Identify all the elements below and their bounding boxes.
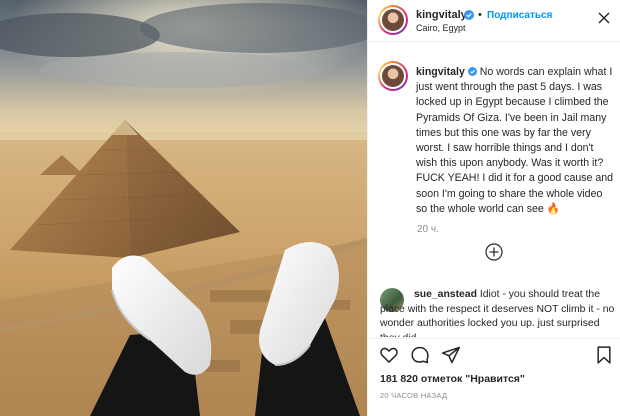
paper-plane-icon[interactable]: [441, 345, 461, 365]
separator-dot: •: [478, 9, 482, 21]
caption-text: kingvitaly No words can explain what I j…: [416, 65, 616, 217]
avatar[interactable]: [378, 5, 408, 35]
pyramid-photo-illustration: [0, 0, 367, 416]
caption-avatar[interactable]: [378, 61, 408, 91]
caption-timestamp[interactable]: 20 ч.: [417, 224, 439, 235]
load-more-plus-icon[interactable]: [485, 243, 503, 261]
more-options-icon[interactable]: [597, 11, 611, 25]
verified-badge-icon: [464, 10, 474, 20]
comment-username[interactable]: sue_anstead: [414, 289, 477, 300]
bookmark-icon[interactable]: [594, 345, 614, 365]
location-link[interactable]: Cairo, Egypt: [416, 23, 466, 33]
verified-badge-icon: [467, 67, 477, 76]
comment-text: sue_anstead Idiot - you should treat the…: [380, 288, 616, 337]
post-side-panel: kingvitaly • Подписаться Cairo, Egypt ki…: [367, 0, 620, 416]
post-header: kingvitaly • Подписаться Cairo, Egypt: [368, 0, 620, 42]
caption-body: No words can explain what I just went th…: [416, 66, 614, 215]
heart-icon[interactable]: [379, 345, 399, 365]
comment-bubble-icon[interactable]: [410, 345, 430, 365]
header-username[interactable]: kingvitaly: [416, 9, 467, 21]
follow-button[interactable]: Подписаться: [487, 10, 552, 21]
post-photo[interactable]: [0, 0, 367, 416]
comment-item: sue_anstead Idiot - you should treat the…: [368, 287, 620, 337]
posted-time[interactable]: 20 ЧАСОВ НАЗАД: [380, 391, 447, 400]
fire-emoji: 🔥: [546, 202, 560, 215]
caption-username[interactable]: kingvitaly: [416, 66, 465, 78]
action-bar: 181 820 отметок "Нравится" 20 ЧАСОВ НАЗА…: [368, 338, 620, 416]
like-count[interactable]: 181 820 отметок "Нравится": [380, 373, 525, 385]
